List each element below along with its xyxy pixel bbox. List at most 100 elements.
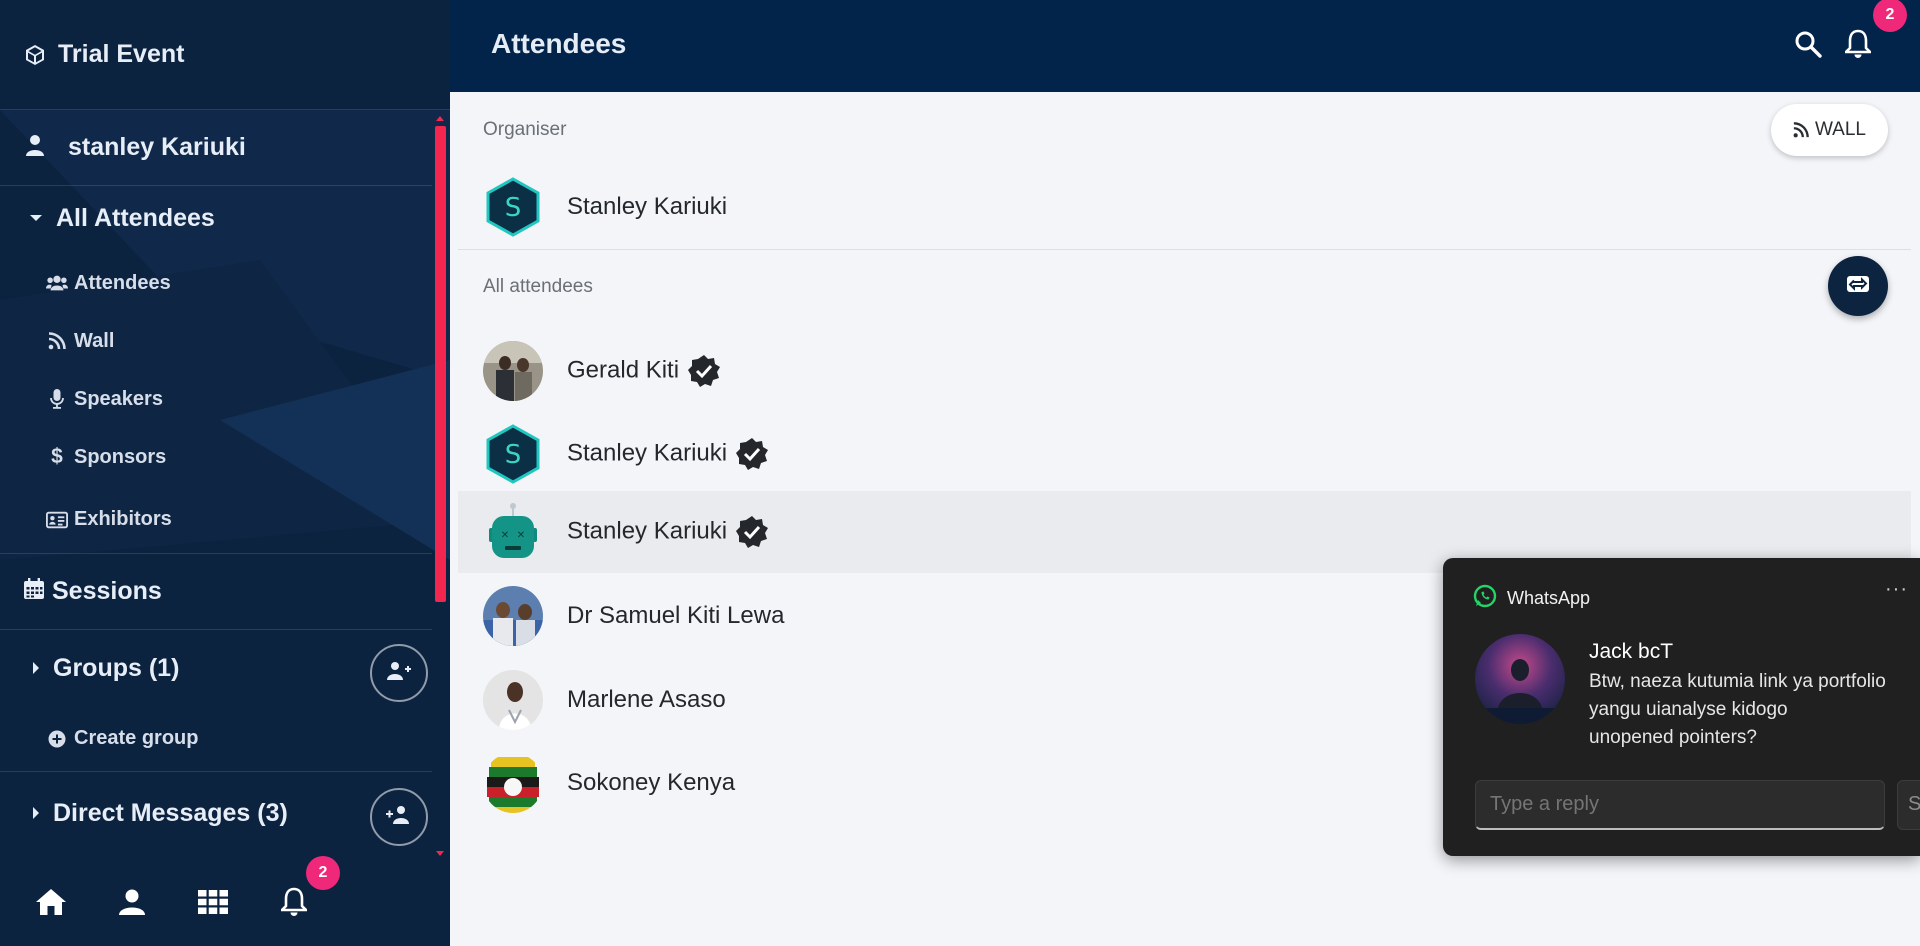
bell-icon	[278, 887, 310, 922]
bottom-nav: 2	[0, 856, 450, 946]
notifications-nav-button[interactable]	[272, 882, 316, 926]
sidebar-item-label: Speakers	[74, 387, 163, 410]
user-name: stanley Kariuki	[68, 133, 246, 161]
send-button[interactable]: Send	[1897, 780, 1920, 830]
rss-icon	[46, 332, 68, 350]
person-name: Stanley Kariuki	[567, 193, 728, 220]
notification-badge: 2	[306, 856, 340, 890]
swap-icon	[1846, 273, 1870, 300]
dollar-icon: $	[51, 445, 63, 468]
svg-text:✕: ✕	[501, 530, 509, 541]
users-icon	[46, 274, 68, 292]
person-name: Gerald Kiti	[567, 354, 721, 388]
organiser-header: Organiser	[483, 119, 567, 140]
person-name: Stanley Kariuki	[567, 437, 769, 471]
bell-icon	[1842, 29, 1874, 64]
svg-text:S: S	[505, 193, 522, 223]
sender-name: Jack bcT	[1589, 640, 1674, 663]
verified-badge-icon	[687, 354, 721, 388]
svg-text:S: S	[505, 440, 522, 470]
notification-badge: 2	[1873, 0, 1907, 32]
attendee-row[interactable]: S Stanley Kariuki	[458, 413, 1911, 495]
toast-more-button[interactable]: ···	[1885, 578, 1908, 601]
all-attendees-header: All attendees	[483, 276, 593, 297]
direct-messages-toggle[interactable]: Direct Messages (3)	[0, 772, 432, 854]
person-icon	[118, 888, 146, 921]
verified-badge-icon	[735, 515, 769, 549]
current-user[interactable]: stanley Kariuki	[0, 110, 432, 186]
apps-button[interactable]	[191, 882, 235, 926]
wall-button[interactable]: WALL	[1770, 104, 1888, 156]
add-group-button[interactable]	[370, 644, 428, 702]
sender-avatar	[1475, 634, 1565, 724]
sidebar-item-attendees[interactable]: Attendees	[0, 254, 432, 312]
sidebar-item-sponsors[interactable]: $ Sponsors	[0, 428, 432, 486]
page-title: Attendees	[491, 28, 627, 59]
group-add-icon	[386, 661, 412, 686]
sidebar-item-label: Wall	[74, 329, 115, 352]
attendee-photo-avatar	[483, 586, 543, 646]
toast-app-name: WhatsApp	[1507, 588, 1591, 608]
svg-text:✕: ✕	[517, 530, 525, 541]
scrollbar-thumb[interactable]	[435, 126, 446, 602]
person-name: Stanley Kariuki	[567, 515, 769, 549]
message-line: Btw, naeza kutumia link ya portfolio	[1589, 671, 1886, 692]
event-header[interactable]: Trial Event	[0, 0, 450, 110]
refresh-fab[interactable]	[1828, 256, 1888, 316]
user-icon	[24, 133, 46, 162]
whatsapp-notification-toast[interactable]: WhatsApp ··· Jack bcT Btw, naeza kutumia…	[1443, 558, 1920, 856]
sidebar-item-label: Exhibitors	[74, 508, 172, 530]
top-app-bar: Attendees 2	[450, 0, 1920, 92]
person-name: Marlene Asaso	[567, 686, 726, 713]
sidebar-scroll-area: stanley Kariuki All Attendees Attendees …	[0, 110, 450, 858]
robot-avatar: ✕ ✕	[483, 502, 543, 562]
organiser-row[interactable]: S Stanley Kariuki	[458, 166, 1911, 248]
new-direct-message-button[interactable]	[370, 788, 428, 846]
groups-toggle[interactable]: Groups (1)	[0, 630, 432, 706]
all-attendees-toggle[interactable]: All Attendees	[0, 186, 432, 250]
rss-icon	[1793, 122, 1809, 138]
create-group-link[interactable]: Create group	[0, 706, 432, 772]
search-button[interactable]	[1788, 26, 1828, 66]
event-title: Trial Event	[58, 40, 185, 68]
hexagon-avatar: S	[483, 424, 543, 484]
cube-icon	[22, 42, 48, 68]
message-text: Btw, naeza kutumia link ya portfolio yan…	[1589, 668, 1886, 752]
verified-badge-icon	[735, 437, 769, 471]
person-name: Sokoney Kenya	[567, 769, 736, 796]
sidebar-item-speakers[interactable]: Speakers	[0, 370, 432, 428]
home-button[interactable]	[29, 882, 73, 926]
sessions-section[interactable]: Sessions	[0, 554, 432, 630]
sidebar: Trial Event stanley Kariuki All Attendee…	[0, 0, 450, 946]
plus-circle-icon	[46, 730, 68, 748]
scroll-down-arrow[interactable]	[436, 851, 444, 856]
id-card-icon	[46, 511, 68, 529]
attendee-photo-avatar	[483, 670, 543, 730]
wall-button-label: WALL	[1814, 119, 1866, 140]
person-name: Dr Samuel Kiti Lewa	[567, 602, 785, 629]
whatsapp-icon	[1473, 584, 1497, 613]
sidebar-item-wall[interactable]: Wall	[0, 312, 432, 370]
reply-input[interactable]	[1475, 780, 1885, 830]
search-icon	[1794, 30, 1822, 63]
sidebar-item-exhibitors[interactable]: Exhibitors	[0, 486, 432, 554]
divider	[458, 249, 1911, 250]
calendar-icon	[22, 577, 46, 606]
attendee-photo-avatar	[483, 753, 543, 813]
toast-app-row: WhatsApp	[1473, 584, 1590, 613]
notifications-button[interactable]	[1838, 26, 1878, 66]
scroll-up-arrow[interactable]	[436, 116, 444, 121]
attendee-row[interactable]: Gerald Kiti	[458, 330, 1911, 412]
person-add-icon	[386, 805, 412, 830]
caret-right-icon	[33, 807, 39, 819]
groups-label: Groups (1)	[53, 653, 180, 682]
grid-icon	[198, 889, 228, 919]
caret-down-icon	[30, 215, 42, 221]
attendee-photo-avatar	[483, 341, 543, 401]
create-group-label: Create group	[74, 727, 199, 749]
sidebar-item-label: Attendees	[74, 271, 171, 294]
message-line: yangu uianalyse kidogo	[1589, 699, 1788, 720]
all-attendees-label: All Attendees	[56, 203, 215, 232]
home-icon	[35, 888, 67, 921]
profile-button[interactable]	[110, 882, 154, 926]
